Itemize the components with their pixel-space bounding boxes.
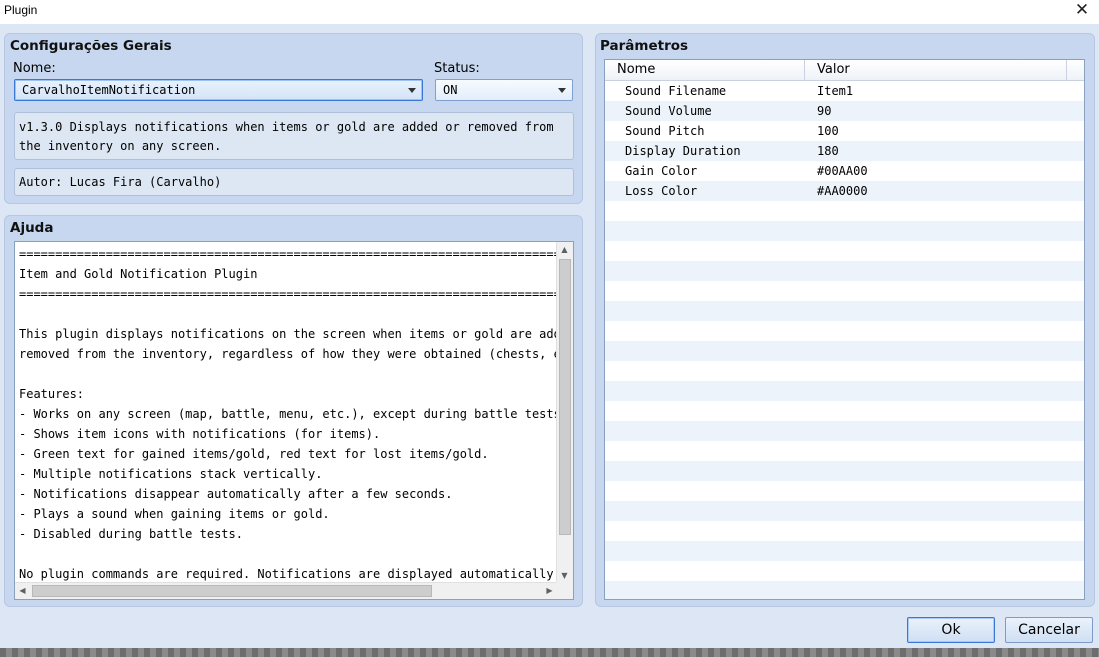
scroll-down-icon[interactable]: ▼ — [557, 568, 572, 583]
parameters-rows: Sound Filename Item1 Sound Volume 90 Sound P… — [605, 81, 1084, 599]
status-label: Status: — [434, 61, 480, 76]
parameter-row[interactable]: Sound Pitch 100 — [605, 121, 1084, 141]
status-value: ON — [443, 83, 458, 97]
plugin-name-value: CarvalhoItemNotification — [22, 83, 196, 97]
help-line: - Notifications disappear automatically … — [19, 487, 453, 501]
scroll-left-icon[interactable]: ◀ — [15, 583, 30, 598]
plugin-author: Autor: Lucas Fira (Carvalho) — [14, 168, 574, 196]
help-vertical-scrollbar[interactable]: ▲ ▼ — [556, 242, 573, 583]
help-line — [19, 544, 573, 564]
plugin-description: v1.3.0 Displays notifications when items… — [14, 112, 574, 160]
chevron-down-icon — [558, 88, 566, 93]
parameter-name: Loss Color — [625, 184, 698, 198]
parameter-row[interactable]: Sound Filename Item1 — [605, 81, 1084, 101]
parameter-row[interactable]: Display Duration 180 — [605, 141, 1084, 161]
column-header-value[interactable]: Valor — [805, 60, 1067, 80]
background-strip — [0, 648, 1099, 657]
parameter-row[interactable]: Gain Color #00AA00 — [605, 161, 1084, 181]
help-text: ========================================… — [19, 244, 574, 584]
parameter-row[interactable]: Loss Color #AA0000 — [605, 181, 1084, 201]
help-line: removed from the inventory, regardless o… — [19, 347, 574, 361]
close-icon[interactable]: ✕ — [1071, 0, 1093, 21]
chevron-down-icon — [408, 88, 416, 93]
name-label: Nome: — [13, 61, 56, 76]
help-line: Item and Gold Notification Plugin — [19, 267, 258, 281]
help-line — [19, 364, 573, 384]
parameter-value: 100 — [817, 124, 839, 138]
title-bar: Plugin ✕ — [0, 0, 1099, 24]
parameter-row[interactable]: Sound Volume 90 — [605, 101, 1084, 121]
help-horizontal-scrollbar[interactable]: ◀ ▶ — [15, 582, 557, 599]
parameter-name: Gain Color — [625, 164, 698, 178]
help-text-area[interactable]: ========================================… — [14, 241, 574, 600]
parameters-title: Parâmetros — [600, 38, 689, 54]
help-line: ========================================… — [19, 247, 569, 261]
help-line: - Green text for gained items/gold, red … — [19, 447, 489, 461]
help-line: - Works on any screen (map, battle, menu… — [19, 407, 569, 421]
scroll-right-icon[interactable]: ▶ — [542, 583, 557, 598]
parameter-name: Display Duration — [625, 144, 741, 158]
scroll-up-icon[interactable]: ▲ — [557, 242, 572, 257]
help-line: Features: — [19, 387, 85, 401]
help-line: No plugin commands are required. Notific… — [19, 567, 574, 581]
vertical-scroll-thumb[interactable] — [559, 259, 571, 535]
parameter-name: Sound Volume — [625, 104, 712, 118]
general-settings-title: Configurações Gerais — [10, 38, 172, 54]
parameter-value: 90 — [817, 104, 832, 118]
horizontal-scroll-thumb[interactable] — [32, 585, 432, 597]
column-header-name[interactable]: Nome — [605, 60, 805, 80]
parameter-name: Sound Pitch — [625, 124, 705, 138]
help-title: Ajuda — [10, 220, 54, 236]
parameters-table-header: Nome Valor — [605, 60, 1084, 81]
help-line: ========================================… — [19, 287, 569, 301]
parameter-value: 180 — [817, 144, 839, 158]
parameter-value: #AA0000 — [817, 184, 868, 198]
window-title: Plugin — [4, 3, 38, 17]
plugin-name-select[interactable]: CarvalhoItemNotification — [14, 79, 423, 101]
help-line: - Shows item icons with notifications (f… — [19, 427, 381, 441]
parameter-value: #00AA00 — [817, 164, 868, 178]
parameters-group: Parâmetros Nome Valor Sound Filename Item… — [595, 33, 1095, 607]
dialog-client: Configurações Gerais Nome: Status: Carva… — [0, 24, 1099, 657]
ok-button[interactable]: Ok — [907, 617, 995, 643]
cancel-button[interactable]: Cancelar — [1005, 617, 1093, 643]
help-group: Ajuda ==================================… — [4, 215, 583, 607]
help-line: - Multiple notifications stack verticall… — [19, 467, 323, 481]
parameter-value: Item1 — [817, 84, 854, 98]
help-line: - Plays a sound when gaining items or go… — [19, 507, 330, 521]
help-line — [19, 304, 573, 324]
parameter-name: Sound Filename — [625, 84, 727, 98]
parameters-table[interactable]: Nome Valor Sound Filename Item1 Sound Volu… — [604, 59, 1085, 600]
help-line: - Disabled during battle tests. — [19, 527, 243, 541]
scrollbar-corner — [556, 582, 573, 599]
status-select[interactable]: ON — [435, 79, 573, 101]
general-settings-group: Configurações Gerais Nome: Status: Carva… — [4, 33, 583, 204]
help-line: This plugin displays notifications on th… — [19, 327, 574, 341]
